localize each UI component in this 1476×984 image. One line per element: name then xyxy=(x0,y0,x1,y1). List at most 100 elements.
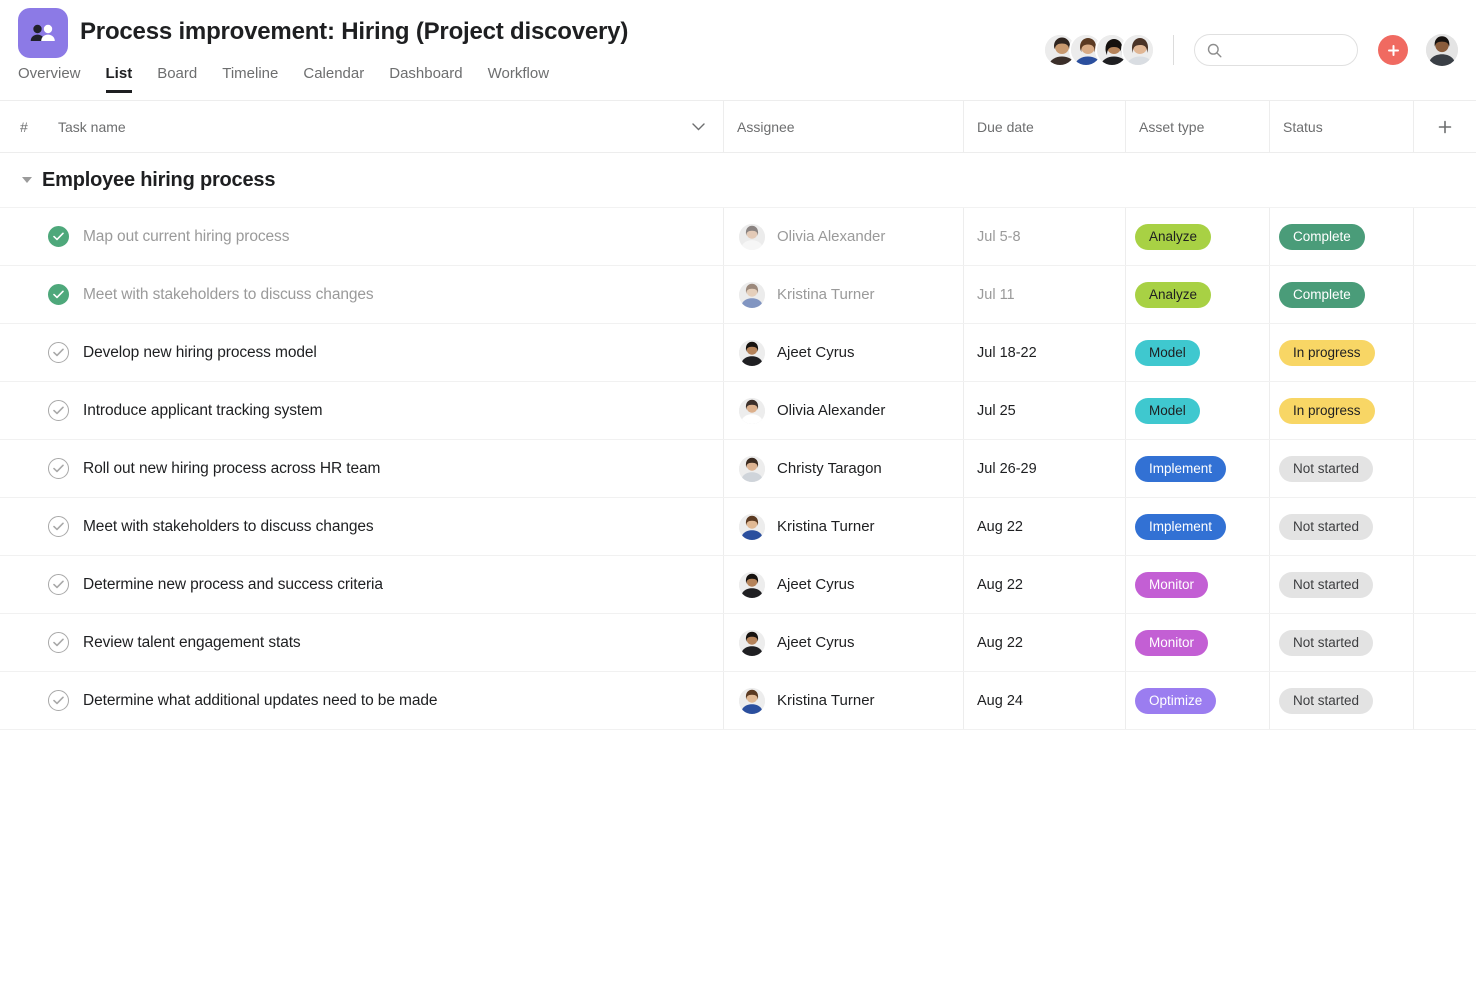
task-name: Review talent engagement stats xyxy=(83,634,301,652)
status-badge[interactable]: Complete xyxy=(1279,282,1365,308)
user-avatar[interactable] xyxy=(1426,34,1458,66)
table-row[interactable]: Develop new hiring process model Ajeet Cy… xyxy=(0,324,1476,382)
asset-type-cell[interactable]: Analyze xyxy=(1125,266,1269,323)
asset-type-badge[interactable]: Implement xyxy=(1135,514,1226,540)
tab-overview[interactable]: Overview xyxy=(18,66,81,93)
tab-workflow[interactable]: Workflow xyxy=(488,66,549,93)
status-cell[interactable]: Not started xyxy=(1269,556,1413,613)
table-row[interactable]: Determine what additional updates need t… xyxy=(0,672,1476,730)
task-complete-checkbox[interactable] xyxy=(48,516,69,537)
due-date-cell[interactable]: Aug 22 xyxy=(963,556,1125,613)
assignee-cell[interactable]: Kristina Turner xyxy=(723,266,963,323)
status-badge[interactable]: Not started xyxy=(1279,514,1373,540)
asset-type-cell[interactable]: Analyze xyxy=(1125,208,1269,265)
status-badge[interactable]: In progress xyxy=(1279,398,1375,424)
asset-type-badge[interactable]: Model xyxy=(1135,398,1200,424)
row-extra-cell xyxy=(1413,382,1476,439)
column-header-due-date[interactable]: Due date xyxy=(963,101,1125,152)
assignee-name: Ajeet Cyrus xyxy=(777,344,855,361)
asset-type-badge[interactable]: Monitor xyxy=(1135,572,1208,598)
due-date-cell[interactable]: Jul 11 xyxy=(963,266,1125,323)
due-date-cell[interactable]: Aug 24 xyxy=(963,672,1125,729)
column-header-task-name[interactable]: # Task name xyxy=(0,101,723,152)
asset-type-badge[interactable]: Analyze xyxy=(1135,282,1211,308)
assignee-cell[interactable]: Ajeet Cyrus xyxy=(723,324,963,381)
due-date-cell[interactable]: Jul 5-8 xyxy=(963,208,1125,265)
asset-type-cell[interactable]: Model xyxy=(1125,382,1269,439)
task-complete-checkbox[interactable] xyxy=(48,342,69,363)
table-row[interactable]: Meet with stakeholders to discuss change… xyxy=(0,498,1476,556)
table-row[interactable]: Meet with stakeholders to discuss change… xyxy=(0,266,1476,324)
status-cell[interactable]: Complete xyxy=(1269,208,1413,265)
task-complete-checkbox[interactable] xyxy=(48,690,69,711)
status-cell[interactable]: Not started xyxy=(1269,614,1413,671)
assignee-cell[interactable]: Kristina Turner xyxy=(723,498,963,555)
assignee-cell[interactable]: Christy Taragon xyxy=(723,440,963,497)
asset-type-badge[interactable]: Analyze xyxy=(1135,224,1211,250)
task-complete-checkbox[interactable] xyxy=(48,574,69,595)
task-complete-checkbox[interactable] xyxy=(48,458,69,479)
table-row[interactable]: Determine new process and success criter… xyxy=(0,556,1476,614)
column-header-status[interactable]: Status xyxy=(1269,101,1413,152)
due-date-cell[interactable]: Aug 22 xyxy=(963,614,1125,671)
tab-calendar[interactable]: Calendar xyxy=(303,66,364,93)
status-cell[interactable]: Complete xyxy=(1269,266,1413,323)
assignee-cell[interactable]: Ajeet Cyrus xyxy=(723,556,963,613)
status-badge[interactable]: In progress xyxy=(1279,340,1375,366)
task-complete-checkbox[interactable] xyxy=(48,632,69,653)
due-date-cell[interactable]: Aug 22 xyxy=(963,498,1125,555)
asset-type-cell[interactable]: Optimize xyxy=(1125,672,1269,729)
status-cell[interactable]: In progress xyxy=(1269,382,1413,439)
status-badge[interactable]: Complete xyxy=(1279,224,1365,250)
task-complete-checkbox[interactable] xyxy=(48,400,69,421)
status-badge[interactable]: Not started xyxy=(1279,456,1373,482)
asset-type-cell[interactable]: Implement xyxy=(1125,440,1269,497)
search-input[interactable] xyxy=(1229,43,1344,58)
assignee-cell[interactable]: Olivia Alexander xyxy=(723,208,963,265)
asset-type-badge[interactable]: Implement xyxy=(1135,456,1226,482)
assignee-cell[interactable]: Ajeet Cyrus xyxy=(723,614,963,671)
asset-type-badge[interactable]: Monitor xyxy=(1135,630,1208,656)
asset-type-cell[interactable]: Monitor xyxy=(1125,614,1269,671)
add-button[interactable] xyxy=(1378,35,1408,65)
due-date-cell[interactable]: Jul 26-29 xyxy=(963,440,1125,497)
status-cell[interactable]: Not started xyxy=(1269,440,1413,497)
task-complete-checkbox-checked[interactable] xyxy=(48,226,69,247)
asset-type-cell[interactable]: Model xyxy=(1125,324,1269,381)
task-name: Develop new hiring process model xyxy=(83,344,317,362)
due-date: Jul 26-29 xyxy=(977,461,1037,477)
asset-type-cell[interactable]: Monitor xyxy=(1125,556,1269,613)
member-avatar-stack[interactable] xyxy=(1043,33,1155,67)
tab-dashboard[interactable]: Dashboard xyxy=(389,66,462,93)
page-title: Process improvement: Hiring (Project dis… xyxy=(80,18,628,46)
table-row[interactable]: Review talent engagement stats Ajeet Cyru… xyxy=(0,614,1476,672)
assignee-cell[interactable]: Kristina Turner xyxy=(723,672,963,729)
status-badge[interactable]: Not started xyxy=(1279,688,1373,714)
add-column-button[interactable] xyxy=(1413,101,1476,152)
asset-type-badge[interactable]: Optimize xyxy=(1135,688,1216,714)
asset-type-cell[interactable]: Implement xyxy=(1125,498,1269,555)
column-header-assignee[interactable]: Assignee xyxy=(723,101,963,152)
tab-list[interactable]: List xyxy=(106,66,133,93)
status-cell[interactable]: Not started xyxy=(1269,672,1413,729)
task-complete-checkbox-checked[interactable] xyxy=(48,284,69,305)
asset-type-badge[interactable]: Model xyxy=(1135,340,1200,366)
chevron-down-icon[interactable] xyxy=(692,123,705,131)
tab-timeline[interactable]: Timeline xyxy=(222,66,278,93)
due-date-cell[interactable]: Jul 25 xyxy=(963,382,1125,439)
status-badge[interactable]: Not started xyxy=(1279,572,1373,598)
search-box[interactable] xyxy=(1194,34,1358,66)
column-header-asset-type[interactable]: Asset type xyxy=(1125,101,1269,152)
assignee-cell[interactable]: Olivia Alexander xyxy=(723,382,963,439)
table-row[interactable]: Introduce applicant tracking systemOlivi… xyxy=(0,382,1476,440)
caret-down-icon[interactable] xyxy=(22,177,32,183)
table-row[interactable]: Roll out new hiring process across HR te… xyxy=(0,440,1476,498)
status-badge[interactable]: Not started xyxy=(1279,630,1373,656)
tab-board[interactable]: Board xyxy=(157,66,197,93)
section-header[interactable]: Employee hiring process xyxy=(0,153,1476,208)
status-cell[interactable]: Not started xyxy=(1269,498,1413,555)
status-cell[interactable]: In progress xyxy=(1269,324,1413,381)
avatar[interactable] xyxy=(1121,33,1155,67)
due-date-cell[interactable]: Jul 18-22 xyxy=(963,324,1125,381)
table-row[interactable]: Map out current hiring processOlivia Ale… xyxy=(0,208,1476,266)
